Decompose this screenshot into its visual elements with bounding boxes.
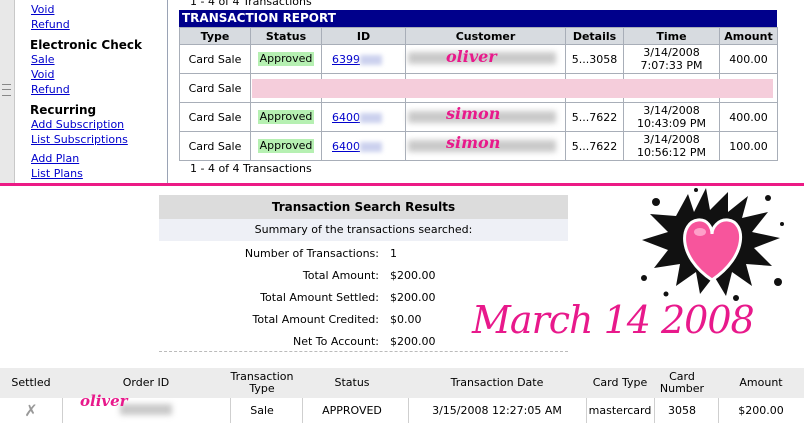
cell-card-number: 3058 [668,403,696,417]
status-badge: Approved [257,110,315,124]
cell-details: 5...7622 [565,131,624,161]
sidebar-link-check-void[interactable]: Void [31,68,54,81]
cell-id: 6400 [321,102,406,132]
summary-divider [159,351,568,352]
x-mark-icon: ✗ [24,400,38,420]
transaction-id-link[interactable]: 6399 [332,53,360,66]
cell-time: 3/14/2008 10:43:09 PM [623,102,720,132]
sidebar-divider [167,0,168,183]
order-id-overlay: oliver [80,392,128,410]
summary-label: Number of Transactions: [244,247,379,260]
cell-status: Approved [250,44,322,74]
pager-top: 1 - 4 of 4 Transactions [190,0,312,8]
col-header-time[interactable]: Time [623,27,720,45]
redacted-id [360,54,382,65]
summary-label: Total Amount Settled: [260,291,379,304]
cell-id: 6399 [321,44,406,74]
sidebar-link-check-sale[interactable]: Sale [31,53,55,66]
sidebar-link-check-refund[interactable]: Refund [31,83,70,96]
transaction-id-link[interactable]: 6400 [332,111,360,124]
cell-amount: $200.00 [738,403,784,417]
col-header-details[interactable]: Details [565,27,624,45]
time-clock: 10:56:12 PM [636,146,707,159]
status-badge: Approved [257,139,315,153]
redaction-strip [252,79,773,98]
sidebar-link-add-subscription[interactable]: Add Subscription [31,118,124,131]
table-header-row: Type Status ID Customer Details Time Amo… [179,27,778,45]
summary-value: $200.00 [390,291,436,304]
summary-label: Total Amount: [302,269,379,282]
summary-subtitle: Summary of the transactions searched: [159,219,568,241]
redacted-id [360,141,382,152]
date-overlay-text: March 14 2008 [472,298,755,342]
cell-type: Card Sale [179,102,251,132]
cell-type: Card Sale [179,44,251,74]
time-date: 3/14/2008 [643,46,700,59]
cell-details: 5...3058 [565,44,624,74]
col-header-amount[interactable]: Amount [718,368,804,398]
time-date: 3/14/2008 [643,133,700,146]
cell-time: 3/14/2008 7:07:33 PM [623,44,720,74]
sidebar-link-void[interactable]: Void [31,3,54,16]
scrollbar-grip-icon[interactable] [2,84,11,96]
col-header-customer[interactable]: Customer [405,27,566,45]
col-header-transaction-date[interactable]: Transaction Date [408,368,586,398]
summary-label: Total Amount Credited: [252,313,379,326]
cell-time: 3/14/2008 10:56:12 PM [623,131,720,161]
col-header-status[interactable]: Status [250,27,322,45]
col-header-card-type[interactable]: Card Type [586,368,654,398]
col-header-settled[interactable]: Settled [0,368,62,398]
summary-value: $200.00 [390,335,436,348]
cell-transaction-date: 3/15/2008 12:27:05 AM [432,403,562,417]
report-title: TRANSACTION REPORT [179,10,777,27]
sidebar-link-list-plans[interactable]: List Plans [31,167,83,180]
cell-status: Approved [250,102,322,132]
cell-details: 5...7622 [565,102,624,132]
column-divider [62,398,63,423]
summary-value: 1 [390,247,397,260]
cell-id: 6400 [321,131,406,161]
customer-name-overlay: simon [446,133,501,152]
sidebar-link-refund[interactable]: Refund [31,18,70,31]
transaction-report-panel: Void Refund Electronic Check Sale Void R… [0,0,804,183]
cell-card-type: mastercard [588,403,652,417]
summary-value: $200.00 [390,269,436,282]
cell-status: Approved [250,131,322,161]
pager-bottom: 1 - 4 of 4 Transactions [190,162,312,175]
cell-amount: 100.00 [719,131,778,161]
customer-name-overlay: oliver [446,47,497,66]
summary-title: Transaction Search Results [159,195,568,219]
time-date: 3/14/2008 [643,104,700,117]
summary-value: $0.00 [390,313,422,326]
col-header-id[interactable]: ID [321,27,406,45]
scrollbar[interactable] [0,0,15,183]
summary-label: Net To Account: [292,335,379,348]
sidebar-menu: Void Refund Electronic Check Sale Void R… [15,0,167,183]
cell-status: APPROVED [322,403,382,417]
cell-type: Card Sale [179,131,251,161]
sidebar-heading-electronic-check: Electronic Check [30,38,142,52]
col-header-type[interactable]: Type [179,27,251,45]
col-header-card-number[interactable]: Card Number [654,368,710,398]
cell-amount: 400.00 [719,44,778,74]
redacted-id [360,112,382,123]
col-header-transaction-type[interactable]: Transaction Type [222,368,302,398]
cell-type: Card Sale [179,73,251,103]
transaction-id-link[interactable]: 6400 [332,140,360,153]
time-clock: 10:43:09 PM [636,117,707,130]
time-clock: 7:07:33 PM [640,59,703,72]
sidebar-link-add-plan[interactable]: Add Plan [31,152,79,165]
sidebar-link-list-subscriptions[interactable]: List Subscriptions [31,133,128,146]
sidebar-heading-recurring: Recurring [30,103,97,117]
status-badge: Approved [257,52,315,66]
col-header-amount[interactable]: Amount [719,27,778,45]
cell-transaction-type: Sale [250,403,274,417]
customer-name-overlay: simon [446,104,501,123]
cell-amount: 400.00 [719,102,778,132]
heart-splat-icon [641,188,784,301]
col-header-status[interactable]: Status [302,368,402,398]
